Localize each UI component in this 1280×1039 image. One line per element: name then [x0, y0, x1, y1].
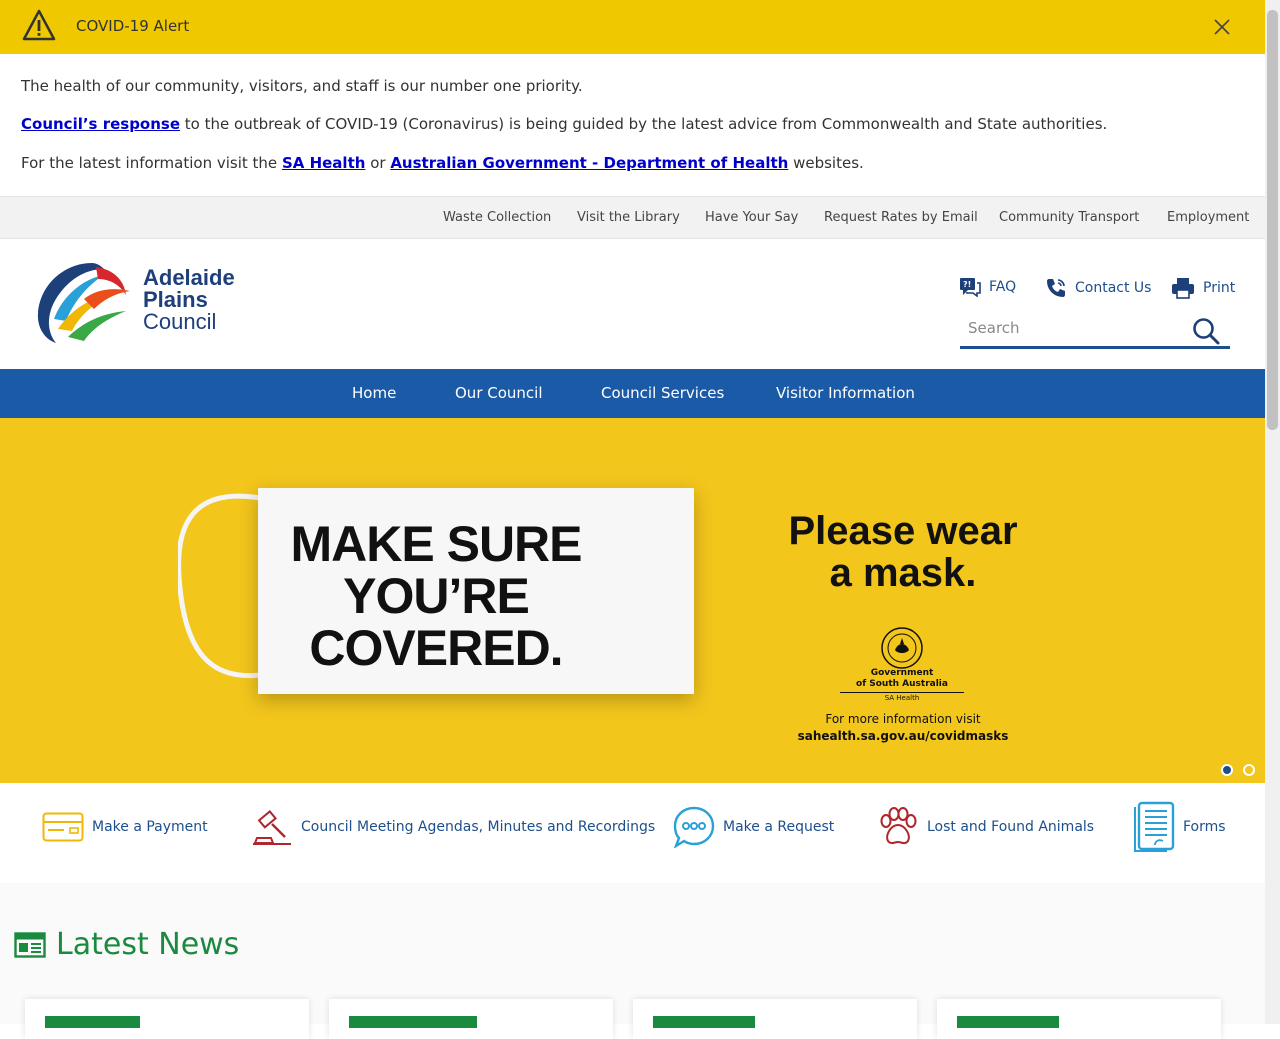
news-card-tag [349, 1016, 477, 1028]
news-card[interactable] [329, 999, 613, 1039]
alert-content: The health of our community, visitors, a… [0, 54, 1265, 196]
wear-line-2: a mask. [829, 551, 977, 595]
quick-link-make-payment[interactable]: Make a Payment [42, 801, 208, 853]
alert-line-2: Council’s response to the outbreak of CO… [21, 115, 1107, 133]
scrollbar-thumb[interactable] [1267, 10, 1278, 430]
main-nav: Home Our Council Council Services Visito… [0, 369, 1265, 418]
phone-icon [1047, 279, 1065, 297]
wear-mask-heading: Please wear a mask. [778, 510, 1028, 594]
print-icon [1172, 278, 1194, 299]
news-card-tag [45, 1016, 140, 1028]
carousel-dot-2[interactable] [1243, 764, 1255, 776]
util-link-visit-library[interactable]: Visit the Library [577, 210, 680, 225]
credit-card-icon [42, 812, 84, 842]
warning-icon [22, 9, 56, 41]
carousel-dot-1[interactable] [1221, 764, 1233, 776]
quick-link-label: Make a Payment [92, 819, 208, 835]
util-link-request-rates[interactable]: Request Rates by Email [824, 210, 978, 225]
faq-link[interactable]: ?! FAQ [959, 277, 1016, 297]
mask-slogan-line-2: YOU’RE [343, 568, 530, 624]
council-logo-icon[interactable] [34, 259, 134, 345]
quick-link-label: Council Meeting Agendas, Minutes and Rec… [301, 819, 656, 835]
more-info-text: For more information visit [825, 712, 981, 726]
news-card[interactable] [937, 999, 1221, 1039]
gov-line-1: Government [870, 668, 934, 678]
alert-line-1: The health of our community, visitors, a… [21, 77, 583, 95]
wear-line-1: Please wear [788, 509, 1018, 553]
alert-line-3-pre: For the latest information visit the [21, 154, 282, 172]
search-icon[interactable] [1192, 317, 1220, 345]
chat-bubble-icon [673, 806, 715, 848]
mask-slogan: MAKE SURE YOU’RE COVERED. [258, 518, 614, 674]
contact-us-link[interactable]: Contact Us [1045, 277, 1151, 299]
faq-icon: ?! [960, 278, 981, 297]
news-card-tag [653, 1016, 755, 1028]
faq-label: FAQ [989, 279, 1017, 295]
quick-links: Make a Payment Council Meeting Agendas, … [0, 783, 1265, 883]
covid-alert-bar: COVID-19 Alert [0, 0, 1265, 54]
quick-link-lost-found-animals[interactable]: Lost and Found Animals [877, 801, 1094, 853]
search-input[interactable] [960, 311, 1180, 345]
alert-line-3-mid: or [365, 154, 391, 172]
print-link[interactable]: Print [1171, 277, 1235, 299]
sa-health-link[interactable]: SA Health [282, 154, 365, 172]
council-response-link[interactable]: Council’s response [21, 115, 180, 133]
department-of-health-link[interactable]: Australian Government - Department of He… [390, 154, 788, 172]
newspaper-icon [14, 931, 46, 958]
logo-line-council: Council [143, 309, 217, 334]
svg-text:?!: ?! [963, 280, 971, 289]
latest-news-section: Latest News [0, 883, 1265, 1039]
sa-government-name: Government of South Australia [840, 668, 964, 690]
alert-line-3: For the latest information visit the SA … [21, 154, 864, 172]
alert-line-3-post: websites. [788, 154, 864, 172]
news-card[interactable] [25, 999, 309, 1039]
search-box [960, 311, 1230, 349]
util-link-have-your-say[interactable]: Have Your Say [705, 210, 798, 225]
close-icon[interactable] [1212, 17, 1232, 37]
print-label: Print [1203, 280, 1236, 296]
hero-banner[interactable]: MAKE SURE YOU’RE COVERED. Please wear a … [0, 418, 1265, 783]
quick-link-council-meetings[interactable]: Council Meeting Agendas, Minutes and Rec… [251, 801, 655, 853]
logo-line-plains: Plains [143, 287, 208, 312]
more-info-url: sahealth.sa.gov.au/covidmasks [797, 729, 1009, 743]
mask-panel: MAKE SURE YOU’RE COVERED. [258, 488, 694, 694]
form-document-icon [1134, 801, 1175, 852]
quick-link-forms[interactable]: Forms [1133, 801, 1226, 853]
logo-line-adelaide: Adelaide [143, 265, 235, 290]
util-link-waste-collection[interactable]: Waste Collection [443, 210, 551, 225]
nav-home[interactable]: Home [352, 384, 396, 402]
latest-news-heading: Latest News [14, 927, 239, 962]
mask-slogan-line-3: COVERED. [309, 620, 563, 676]
nav-visitor-information[interactable]: Visitor Information [776, 384, 915, 402]
util-link-community-transport[interactable]: Community Transport [999, 210, 1139, 225]
council-logo-text[interactable]: Adelaide Plains Council [143, 267, 235, 333]
alert-line-2-text: to the outbreak of COVID-19 (Coronavirus… [180, 115, 1108, 133]
utility-nav: Waste Collection Visit the Library Have … [0, 196, 1265, 239]
mask-slogan-line-1: MAKE SURE [290, 516, 582, 572]
quick-link-make-request[interactable]: Make a Request [673, 801, 834, 853]
site-header: Adelaide Plains Council ?! FAQ Contact U… [0, 239, 1265, 369]
news-card-tag [957, 1016, 1059, 1028]
alert-title: COVID-19 Alert [76, 17, 190, 35]
gavel-icon [253, 810, 291, 845]
util-link-employment[interactable]: Employment [1167, 210, 1249, 225]
paw-print-icon [880, 807, 917, 845]
quick-link-label: Forms [1183, 819, 1226, 835]
contact-us-label: Contact Us [1075, 280, 1152, 296]
news-card[interactable] [633, 999, 917, 1039]
nav-our-council[interactable]: Our Council [455, 384, 543, 402]
nav-council-services[interactable]: Council Services [601, 384, 724, 402]
quick-link-label: Lost and Found Animals [927, 819, 1095, 835]
sa-health-label: SA Health [840, 692, 964, 702]
page-scrollbar[interactable] [1265, 0, 1280, 1024]
gov-line-2: of South Australia [856, 679, 948, 689]
latest-news-title: Latest News [56, 927, 240, 962]
sa-government-seal-icon [881, 627, 923, 669]
quick-link-label: Make a Request [723, 819, 835, 835]
